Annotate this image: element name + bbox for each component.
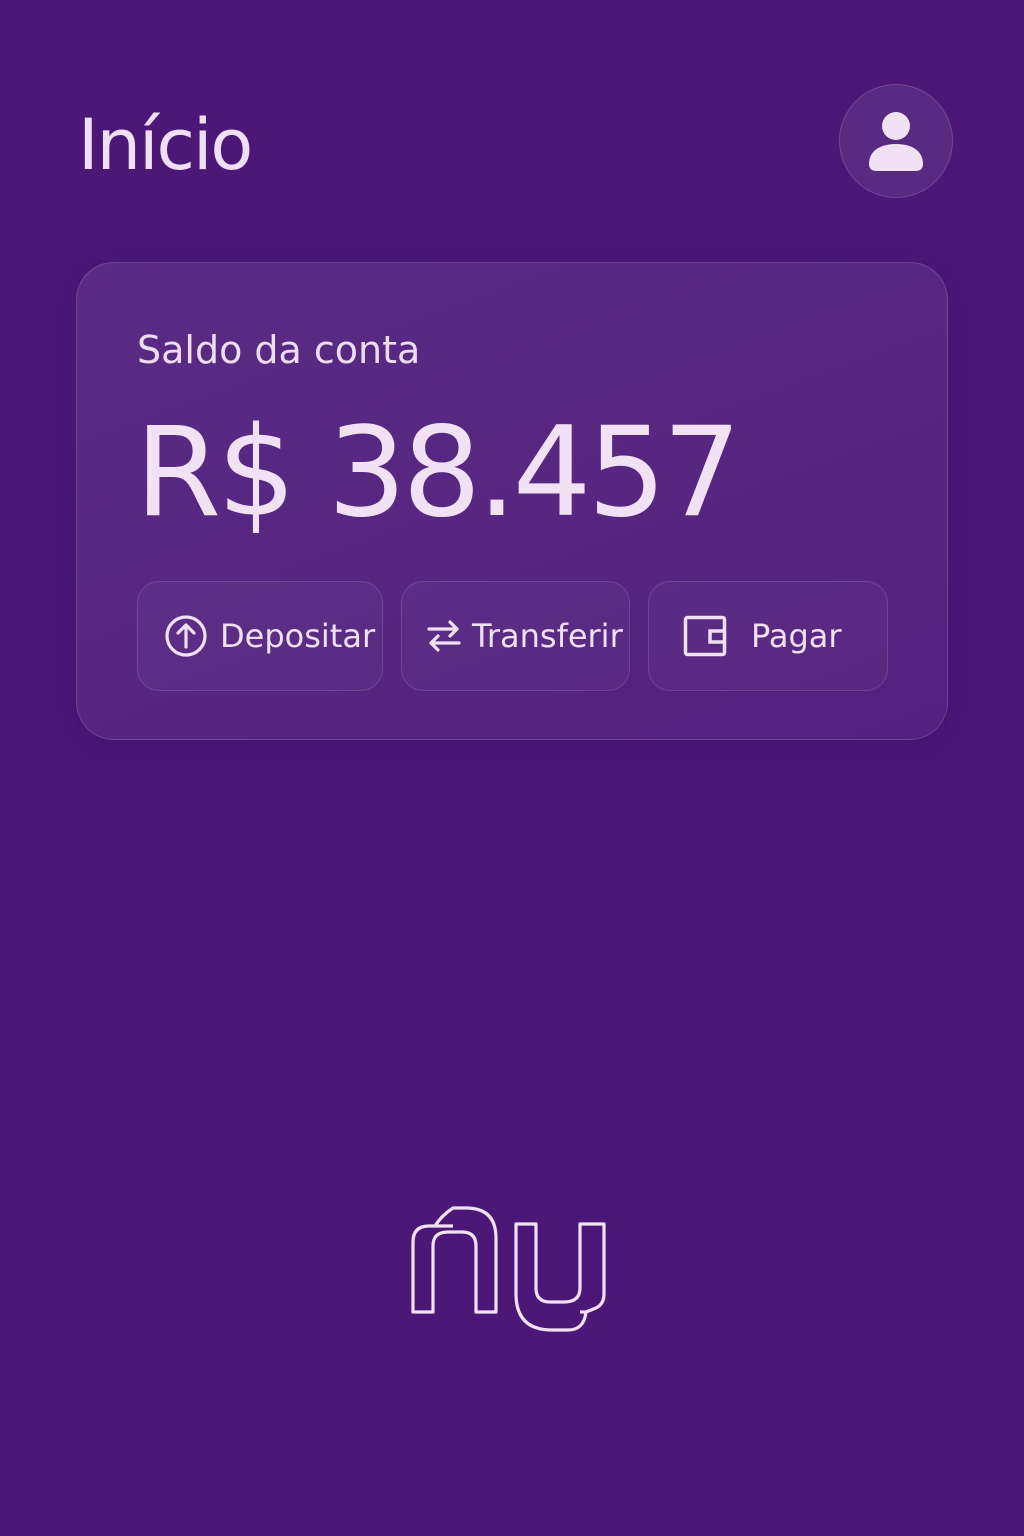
wallet-icon — [683, 615, 727, 657]
transfer-button[interactable]: Transferir — [401, 581, 630, 691]
pay-label: Pagar — [751, 617, 842, 655]
deposit-button[interactable]: Depositar — [137, 581, 383, 691]
nu-logo — [408, 1202, 608, 1338]
balance-amount: R$ 38.457 — [135, 401, 741, 545]
balance-card: Saldo da conta R$ 38.457 Depositar Trans… — [76, 262, 948, 740]
profile-button[interactable] — [839, 84, 953, 198]
transfer-label: Transferir — [472, 617, 623, 655]
user-icon — [868, 109, 924, 173]
deposit-label: Depositar — [220, 617, 376, 655]
page-title: Início — [78, 104, 253, 186]
balance-label: Saldo da conta — [137, 328, 421, 372]
arrow-up-circle-icon — [164, 614, 208, 658]
pay-button[interactable]: Pagar — [648, 581, 888, 691]
transfer-arrows-icon — [424, 616, 464, 656]
